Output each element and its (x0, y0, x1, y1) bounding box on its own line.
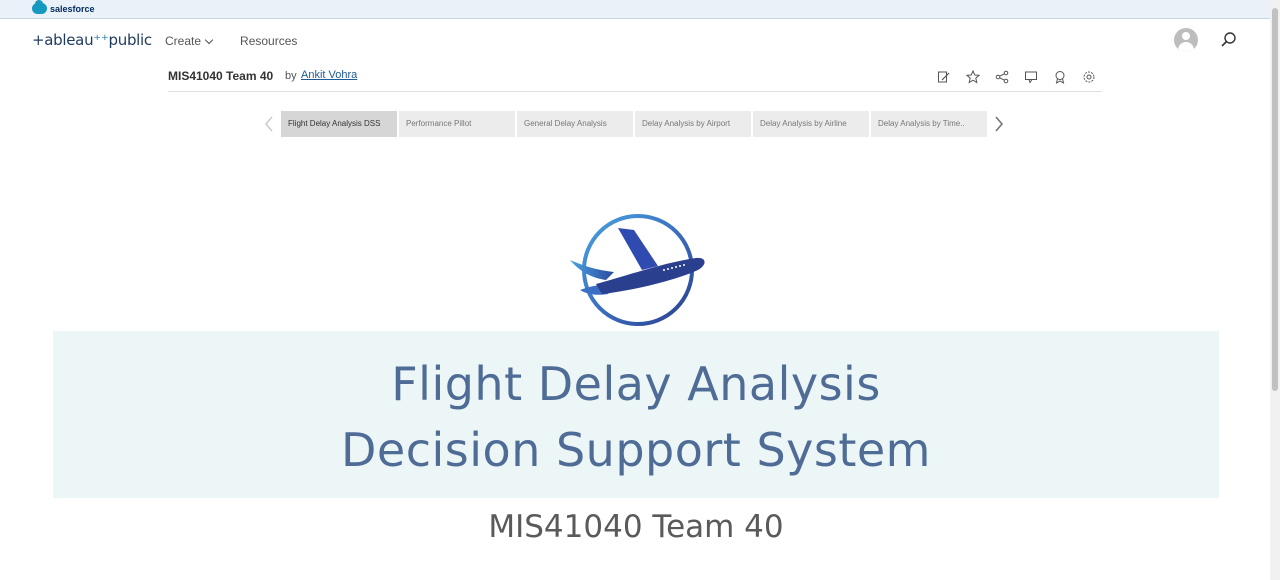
banner-title-line2: Decision Support System (341, 423, 931, 477)
title-banner: Flight Delay Analysis Decision Support S… (53, 331, 1219, 498)
tab-performance-pillot[interactable]: Performance Pillot (399, 111, 515, 137)
badge-button[interactable] (1051, 68, 1069, 86)
airplane-circle-logo-icon (570, 214, 705, 326)
avatar[interactable] (1174, 28, 1198, 52)
logo-suffix: public (108, 31, 153, 49)
salesforce-brand-text: salesforce (50, 3, 95, 14)
share-icon (995, 70, 1009, 84)
team-subtitle: MIS41040 Team 40 (488, 509, 784, 545)
workbook-title: MIS41040 Team 40 (168, 69, 274, 83)
search-icon (1221, 32, 1236, 47)
page-scrollbar[interactable] (1270, 0, 1280, 580)
chevron-left-icon (264, 116, 273, 132)
tab-flight-delay-analysis-dss[interactable]: Flight Delay Analysis DSS (281, 111, 397, 137)
star-icon (966, 70, 980, 84)
settings-icon (1083, 71, 1095, 83)
main-nav: Create Resources (165, 34, 297, 48)
workbook-actions (935, 68, 1098, 86)
logo-text: +ableau (32, 31, 94, 49)
share-button[interactable] (993, 68, 1011, 86)
salesforce-cloud-icon (32, 0, 47, 14)
site-header: +ableau⁺⁺public Create Resources (0, 20, 1270, 62)
tab-delay-by-airport[interactable]: Delay Analysis by Airport (635, 111, 751, 137)
avatar-body (1178, 42, 1194, 52)
salesforce-bar: salesforce (0, 0, 1270, 19)
workbook-title-row: MIS41040 Team 40 by Ankit Vohra (168, 68, 1102, 92)
author-link[interactable]: Ankit Vohra (301, 69, 357, 81)
tab-delay-by-airline[interactable]: Delay Analysis by Airline (753, 111, 869, 137)
chevron-down-icon (204, 35, 214, 44)
search-button[interactable] (1220, 31, 1238, 49)
workbook-by: by (285, 70, 297, 82)
edit-icon (938, 71, 950, 83)
favorite-button[interactable] (964, 68, 982, 86)
nav-resources-label: Resources (240, 34, 298, 48)
airplane-logo (566, 210, 710, 330)
nav-create-label: Create (165, 34, 202, 48)
badge-icon (1055, 71, 1065, 84)
avatar-head (1182, 32, 1190, 40)
scrollbar-thumb[interactable] (1272, 8, 1278, 391)
comment-button[interactable] (1022, 68, 1040, 86)
edit-button[interactable] (935, 68, 953, 86)
chevron-right-icon (995, 116, 1004, 132)
nav-create[interactable]: Create (165, 34, 214, 48)
tabs-next-button[interactable] (992, 114, 1006, 134)
banner-title-line1: Flight Delay Analysis (391, 357, 881, 411)
tabs-prev-button[interactable] (262, 114, 276, 134)
nav-resources[interactable]: Resources (240, 34, 297, 48)
salesforce-logo[interactable]: salesforce (32, 0, 95, 14)
logo-dots-icon: ⁺⁺ (93, 31, 109, 49)
sheet-tabs: Flight Delay Analysis DSS Performance Pi… (262, 111, 1012, 137)
settings-button[interactable] (1080, 68, 1098, 86)
comment-icon (1025, 71, 1037, 84)
tab-general-delay-analysis[interactable]: General Delay Analysis (517, 111, 633, 137)
tableau-public-logo[interactable]: +ableau⁺⁺public (32, 31, 152, 49)
tab-delay-by-time[interactable]: Delay Analysis by Time.. (871, 111, 987, 137)
